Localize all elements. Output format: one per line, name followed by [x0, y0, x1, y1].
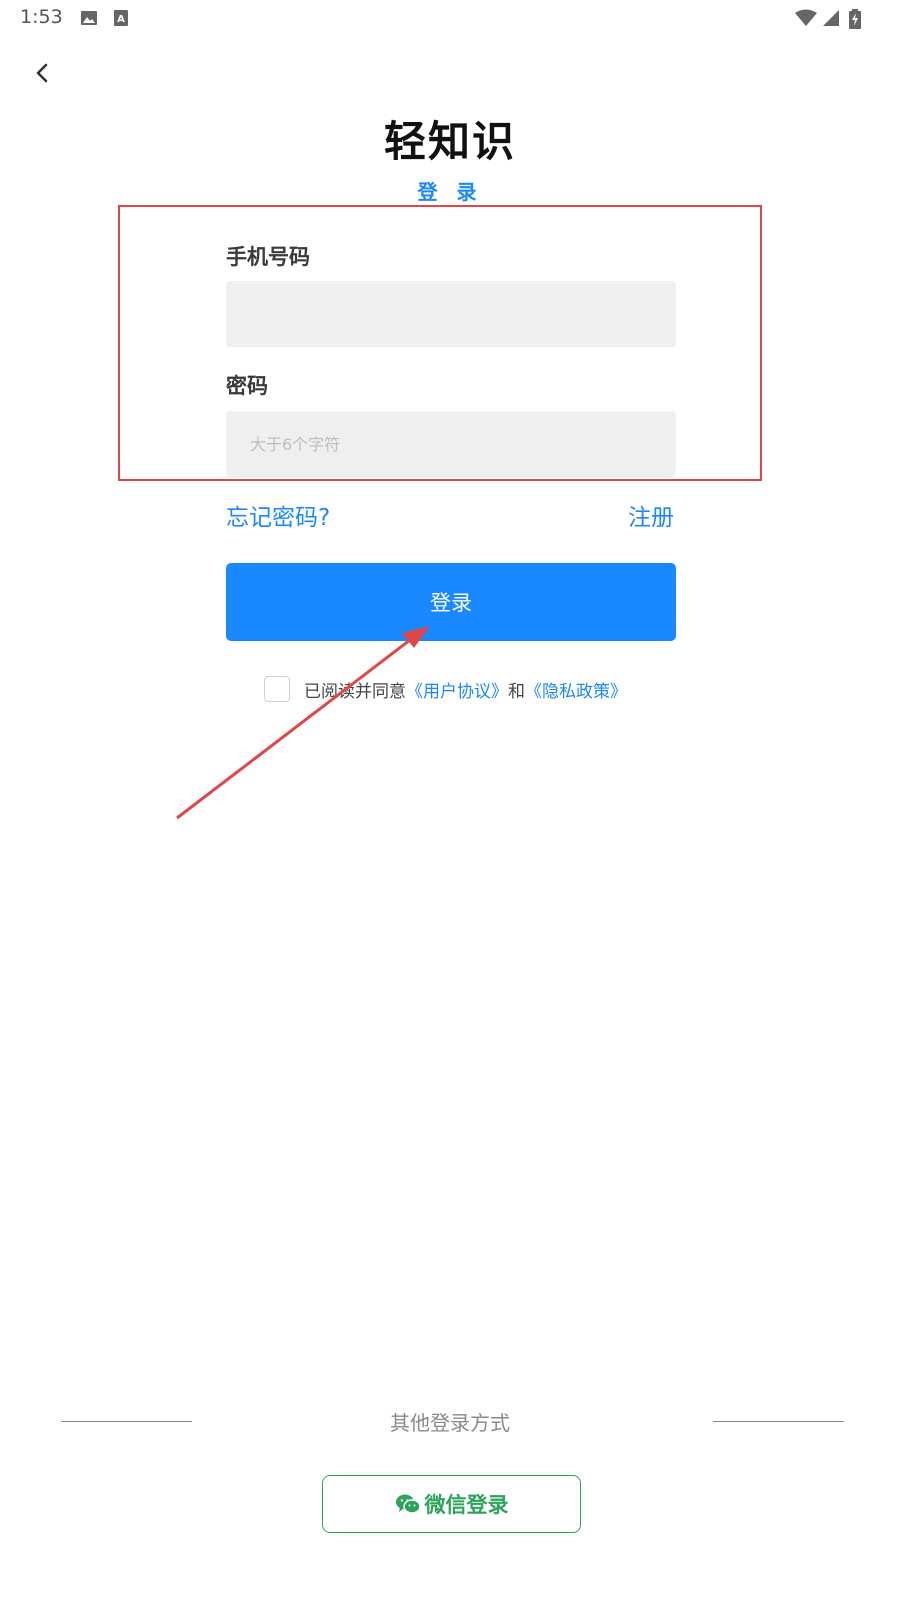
agreement-prefix: 已阅读并同意 — [304, 681, 406, 702]
wechat-icon — [395, 1494, 421, 1514]
agreement-text: 已阅读并同意《用户协议》和《隐私政策》 — [304, 677, 627, 702]
agreement-checkbox[interactable] — [264, 676, 290, 702]
image-icon — [81, 11, 97, 25]
other-login-label: 其他登录方式 — [390, 1411, 510, 1435]
agreement-row: 已阅读并同意《用户协议》和《隐私政策》 — [264, 675, 627, 703]
user-agreement-link[interactable]: 《用户协议》 — [406, 682, 508, 702]
status-bar: 1:53 A — [0, 0, 900, 36]
status-time: 1:53 — [20, 6, 63, 28]
wifi-icon — [795, 9, 817, 26]
phone-label: 手机号码 — [226, 245, 310, 269]
privacy-policy-link[interactable]: 《隐私政策》 — [525, 682, 627, 702]
svg-text:A: A — [117, 14, 125, 25]
back-button[interactable] — [28, 56, 58, 90]
password-label: 密码 — [226, 374, 268, 398]
login-button[interactable]: 登录 — [226, 563, 676, 641]
battery-charging-icon — [849, 9, 861, 29]
chevron-left-icon — [36, 63, 48, 83]
phone-input[interactable] — [226, 281, 676, 347]
a-box-icon: A — [114, 10, 128, 26]
forgot-password-link[interactable]: 忘记密码? — [226, 498, 330, 532]
register-link[interactable]: 注册 — [628, 498, 674, 532]
login-subtitle: 登 录 — [417, 180, 483, 204]
wechat-login-label: 微信登录 — [424, 1493, 509, 1517]
agreement-and: 和 — [508, 681, 525, 702]
signal-icon — [823, 10, 839, 26]
wechat-login-button[interactable]: 微信登录 — [322, 1475, 581, 1533]
password-input[interactable] — [226, 411, 676, 477]
app-title: 轻知识 — [383, 117, 516, 166]
